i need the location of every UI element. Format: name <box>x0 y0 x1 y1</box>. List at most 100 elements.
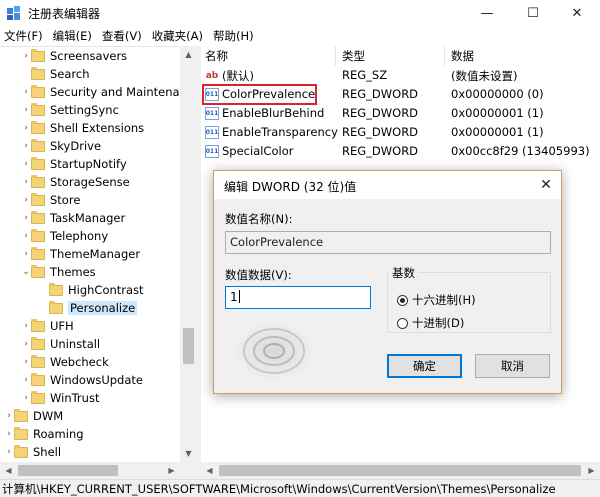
cancel-button[interactable]: 取消 <box>475 354 550 378</box>
tree-item[interactable]: ⌄ Themes <box>21 263 96 281</box>
menu-favorites[interactable]: 收藏夹(A) <box>152 28 203 44</box>
value-row[interactable]: 011 SpecialColor REG_DWORD 0x00cc8f29 (1340… <box>201 142 600 161</box>
key-tree[interactable]: › Screensavers Search › Security and Mainten… <box>0 46 197 462</box>
tree-item[interactable]: › TaskManager <box>21 209 125 227</box>
collapsed-chevron-icon[interactable]: › <box>21 393 31 403</box>
value-row[interactable]: 011 EnableTransparency REG_DWORD 0x00000001… <box>201 123 600 142</box>
tree-item-label: SettingSync <box>50 103 119 117</box>
folder-icon <box>31 156 45 170</box>
collapsed-chevron-icon[interactable]: › <box>4 411 14 421</box>
collapsed-chevron-icon[interactable]: › <box>4 429 14 439</box>
value-name: EnableTransparency <box>222 125 338 139</box>
tree-horizontal-scrollbar[interactable]: ◀ ▶ <box>0 462 197 479</box>
value-type: REG_DWORD <box>342 125 419 139</box>
tree-item[interactable]: › Store <box>21 191 80 209</box>
scroll-down-icon[interactable]: ▼ <box>180 445 197 462</box>
menu-edit[interactable]: 编辑(E) <box>53 28 92 44</box>
column-header-data[interactable]: 数据 <box>451 46 474 66</box>
scroll-right-icon[interactable]: ▶ <box>163 462 180 479</box>
menu-view[interactable]: 查看(V) <box>102 28 142 44</box>
dialog-close-button[interactable]: ✕ <box>536 175 556 195</box>
expanded-chevron-icon[interactable]: ⌄ <box>21 267 31 277</box>
tree-item-label: Themes <box>50 265 96 279</box>
value-name: SpecialColor <box>222 144 294 158</box>
tree-item[interactable]: › Shell <box>4 443 61 461</box>
tree-item-label: TaskManager <box>50 211 126 225</box>
collapsed-chevron-icon[interactable]: › <box>21 249 31 259</box>
scroll-left-icon[interactable]: ◀ <box>0 462 17 479</box>
folder-icon <box>31 102 45 116</box>
close-button[interactable]: ✕ <box>554 0 600 26</box>
folder-icon <box>31 372 45 386</box>
tree-item[interactable]: › WindowsUpdate <box>21 371 143 389</box>
collapsed-chevron-icon[interactable]: › <box>21 357 31 367</box>
menu-file[interactable]: 文件(F) <box>4 28 43 44</box>
tree-item[interactable]: › Shell Extensions <box>21 119 144 137</box>
scroll-up-icon[interactable]: ▲ <box>180 46 197 63</box>
tree-item[interactable]: › DWM <box>4 407 63 425</box>
collapsed-chevron-icon[interactable]: › <box>21 105 31 115</box>
value-data-input[interactable]: 1 <box>225 286 371 309</box>
tree-item[interactable]: › Telephony <box>21 227 108 245</box>
title-bar: 注册表编辑器 — ☐ ✕ <box>0 0 600 26</box>
folder-icon <box>31 264 45 278</box>
collapsed-chevron-icon[interactable]: › <box>4 447 14 457</box>
folder-icon <box>14 444 28 458</box>
collapsed-chevron-icon[interactable]: › <box>21 159 31 169</box>
collapsed-chevron-icon[interactable]: › <box>21 123 31 133</box>
folder-icon <box>49 300 63 314</box>
tree-item[interactable]: › SkyDrive <box>21 137 101 155</box>
collapsed-chevron-icon[interactable]: › <box>21 195 31 205</box>
radio-checked-icon <box>397 294 408 306</box>
minimize-button[interactable]: — <box>464 0 510 26</box>
tree-item[interactable]: › UFH <box>21 317 74 335</box>
scroll-right-icon[interactable]: ▶ <box>583 462 600 479</box>
ok-button[interactable]: 确定 <box>387 354 462 378</box>
value-data: 0x00000000 (0) <box>451 87 544 101</box>
menu-help[interactable]: 帮助(H) <box>213 28 254 44</box>
collapsed-chevron-icon[interactable]: › <box>21 177 31 187</box>
collapsed-chevron-icon[interactable]: › <box>21 375 31 385</box>
radio-hexadecimal[interactable]: 十六进制(H) <box>397 292 476 308</box>
column-header-type[interactable]: 类型 <box>342 46 365 66</box>
collapsed-chevron-icon[interactable]: › <box>21 141 31 151</box>
collapsed-chevron-icon[interactable]: › <box>21 213 31 223</box>
tree-item[interactable]: › Uninstall <box>21 335 100 353</box>
value-data: 0x00cc8f29 (13405993) <box>451 144 590 158</box>
tree-item[interactable]: › ThemeManager <box>21 245 140 263</box>
folder-icon <box>31 210 45 224</box>
collapsed-chevron-icon[interactable]: › <box>21 231 31 241</box>
scroll-thumb[interactable] <box>18 465 118 476</box>
value-row[interactable]: ab (默认) REG_SZ (数值未设置) <box>201 66 600 85</box>
tree-item-label: WinTrust <box>50 391 100 405</box>
tree-item[interactable]: › StorageSense <box>21 173 130 191</box>
tree-vertical-scrollbar[interactable]: ▲ ▼ <box>180 46 197 462</box>
tree-item[interactable]: › Screensavers <box>21 47 127 65</box>
collapsed-chevron-icon[interactable]: › <box>21 321 31 331</box>
tree-item[interactable]: › Webcheck <box>21 353 109 371</box>
scroll-thumb[interactable] <box>183 328 194 364</box>
tree-item[interactable]: › Roaming <box>4 425 84 443</box>
tree-item-label: SkyDrive <box>50 139 102 153</box>
tree-item[interactable]: › StartupNotify <box>21 155 127 173</box>
tree-item[interactable]: Personalize <box>39 299 138 317</box>
scroll-thumb[interactable] <box>219 465 581 476</box>
column-header-name[interactable]: 名称 <box>205 46 228 66</box>
value-row[interactable]: 011 EnableBlurBehind REG_DWORD 0x00000001 (… <box>201 104 600 123</box>
collapsed-chevron-icon[interactable]: › <box>21 51 31 61</box>
collapsed-chevron-icon[interactable]: › <box>21 87 31 97</box>
scroll-left-icon[interactable]: ◀ <box>201 462 218 479</box>
base-label: 基数 <box>389 265 418 281</box>
maximize-button[interactable]: ☐ <box>510 0 556 26</box>
values-horizontal-scrollbar[interactable]: ◀ ▶ <box>201 462 600 479</box>
tree-item[interactable]: › Security and Maintenance <box>21 83 197 101</box>
tree-item[interactable]: HighContrast <box>39 281 144 299</box>
collapsed-chevron-icon[interactable]: › <box>21 339 31 349</box>
tree-item[interactable]: › SettingSync <box>21 101 119 119</box>
value-name: EnableBlurBehind <box>222 106 325 120</box>
tree-item[interactable]: › WinTrust <box>21 389 99 407</box>
dword-value-icon: 011 <box>205 107 219 120</box>
radio-decimal[interactable]: 十进制(D) <box>397 315 464 331</box>
tree-item[interactable]: Search <box>21 65 90 83</box>
text-caret <box>238 290 240 303</box>
